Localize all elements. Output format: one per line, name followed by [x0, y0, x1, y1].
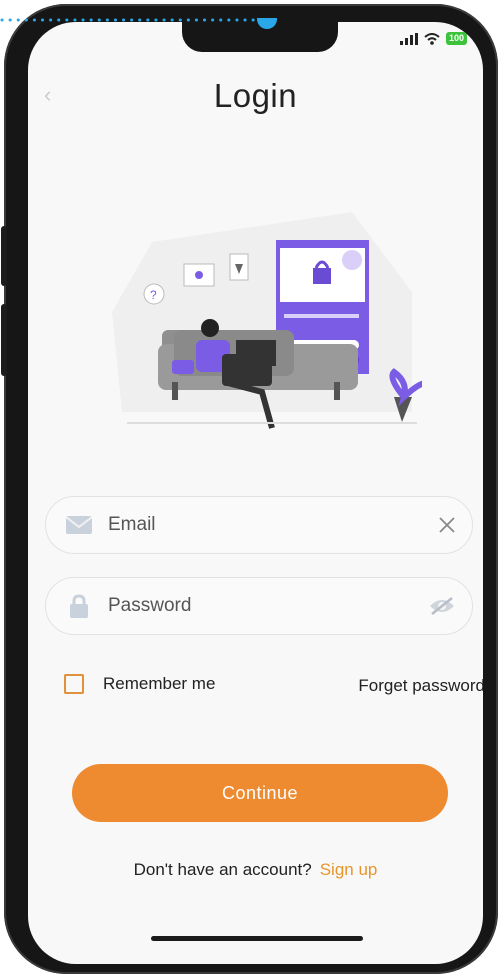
battery-icon: 100: [445, 32, 467, 45]
login-illustration: ?: [112, 212, 422, 429]
status-bar: 100: [399, 32, 467, 45]
page-title: Login: [213, 77, 298, 114]
eye-off-icon[interactable]: [428, 596, 456, 616]
password-placeholder: Password: [108, 595, 192, 616]
volume-down-button: [1, 304, 7, 376]
lock-icon: [64, 594, 94, 618]
mail-icon: [64, 516, 94, 534]
svg-text:?: ?: [150, 288, 157, 302]
password-field[interactable]: Password: [45, 577, 473, 635]
home-indicator[interactable]: [151, 936, 363, 941]
signal-icon: [399, 32, 418, 45]
volume-up-button: [1, 226, 7, 286]
remember-label: Remember me: [103, 674, 216, 693]
clear-x-icon[interactable]: [438, 516, 456, 534]
phone-frame: 100 ‹ Login ? Email Password Remember me…: [1, 4, 498, 974]
sign-up-link[interactable]: Sign up: [320, 860, 378, 879]
wifi-icon: [424, 32, 440, 45]
remember-me-row[interactable]: Remember me: [64, 674, 215, 694]
remember-checkbox[interactable]: [64, 674, 84, 694]
forget-password-link[interactable]: Forget password: [358, 676, 483, 696]
signup-prompt: Don't have an account?: [133, 860, 312, 879]
continue-button[interactable]: Continue: [72, 764, 448, 822]
app-screen: 100 ‹ Login ? Email Password Remember me…: [28, 22, 483, 964]
signup-row: Don't have an account? Sign up: [28, 860, 483, 880]
email-field[interactable]: Email: [45, 496, 473, 554]
email-placeholder: Email: [108, 514, 156, 535]
annotation-dotted-line: [0, 18, 277, 29]
